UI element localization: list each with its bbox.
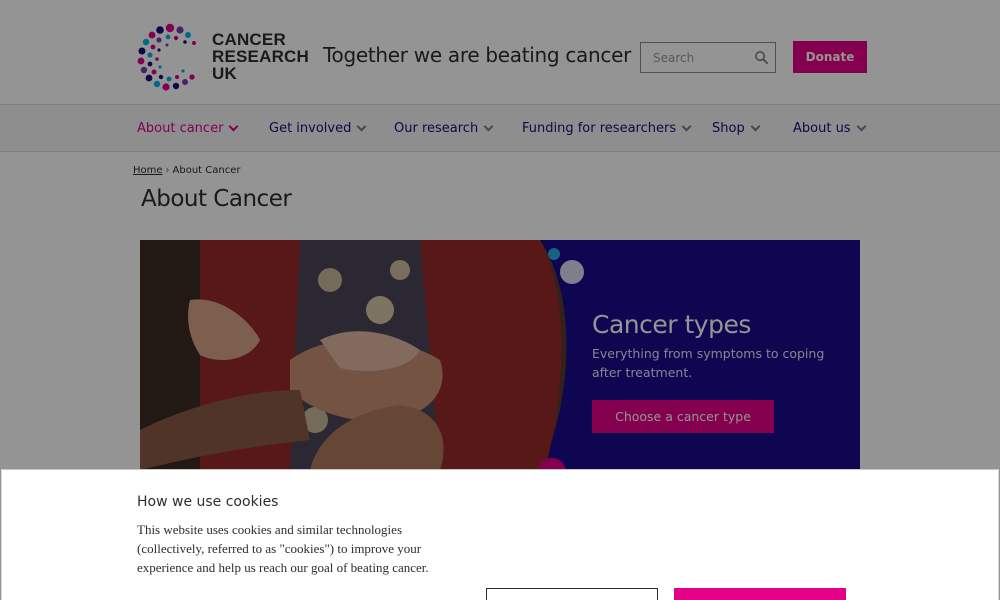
cookie-banner-title: How we use cookies xyxy=(137,494,279,510)
cookie-banner-text: This website uses cookies and similar te… xyxy=(137,522,429,575)
cookie-banner: How we use cookies This website uses coo… xyxy=(1,469,999,600)
accept-cookies-button[interactable] xyxy=(674,588,846,600)
cookie-settings-button[interactable] xyxy=(486,588,658,600)
